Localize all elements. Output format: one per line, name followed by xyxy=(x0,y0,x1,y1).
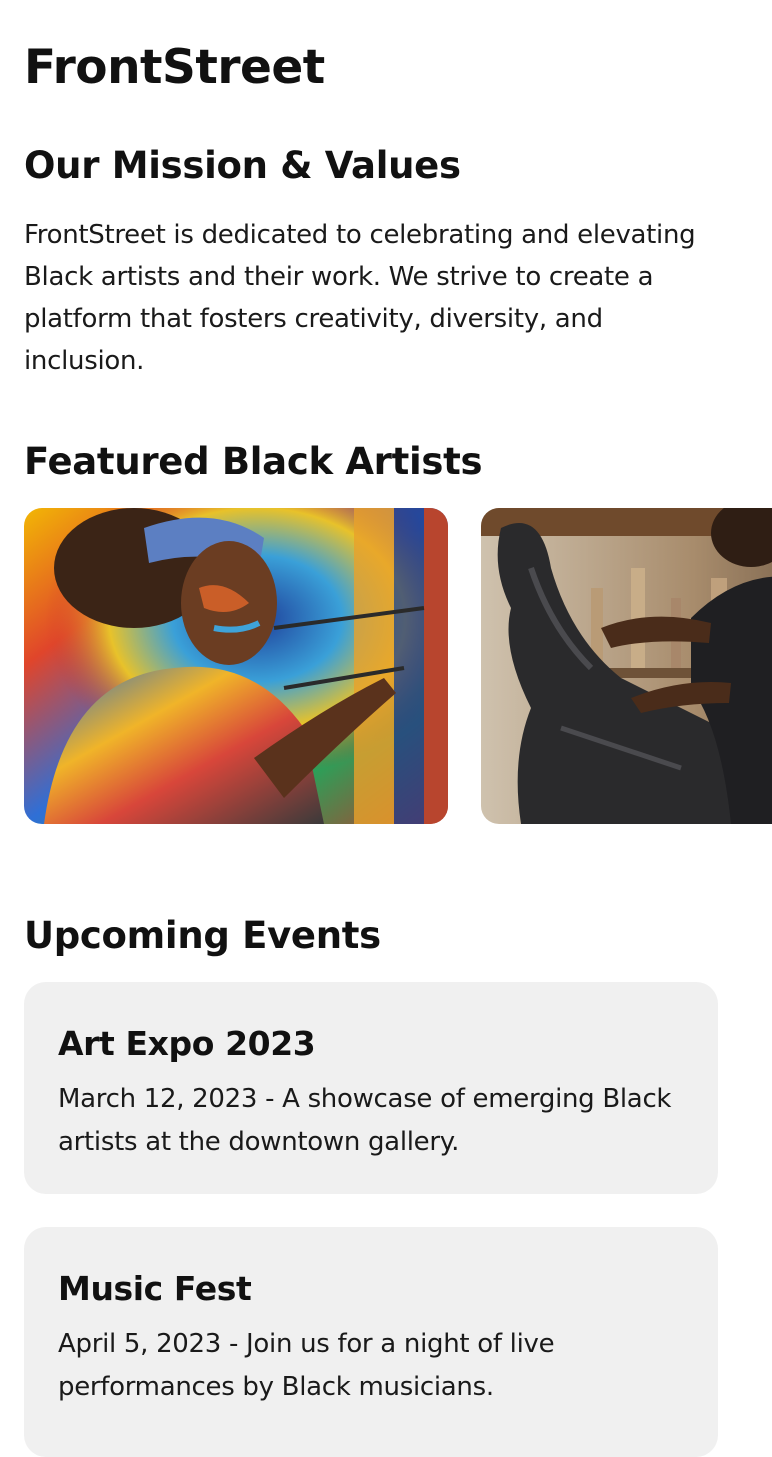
event-description: March 12, 2023 - A showcase of emerging … xyxy=(58,1084,672,1157)
artist-painting-mural-image xyxy=(24,508,448,824)
event-title: Music Fest xyxy=(58,1269,252,1308)
upcoming-events-heading: Upcoming Events xyxy=(24,914,381,957)
featured-artists-carousel[interactable] xyxy=(24,508,772,826)
mission-text: FrontStreet is dedicated to celebrating … xyxy=(24,220,696,376)
app-title: FrontStreet xyxy=(24,40,325,95)
artist-card-sculptor[interactable] xyxy=(481,508,772,824)
page: FrontStreet Our Mission & Values FrontSt… xyxy=(0,0,772,1457)
event-card[interactable]: Music Fest April 5, 2023 - Join us for a… xyxy=(24,1227,718,1457)
featured-artists-heading: Featured Black Artists xyxy=(24,440,483,483)
mission-heading: Our Mission & Values xyxy=(24,144,461,187)
event-description: April 5, 2023 - Join us for a night of l… xyxy=(58,1329,555,1402)
event-card[interactable]: Art Expo 2023 March 12, 2023 - A showcas… xyxy=(24,982,718,1194)
artist-card-painter[interactable] xyxy=(24,508,448,824)
artist-sculpting-image xyxy=(481,508,772,824)
event-title: Art Expo 2023 xyxy=(58,1024,316,1063)
